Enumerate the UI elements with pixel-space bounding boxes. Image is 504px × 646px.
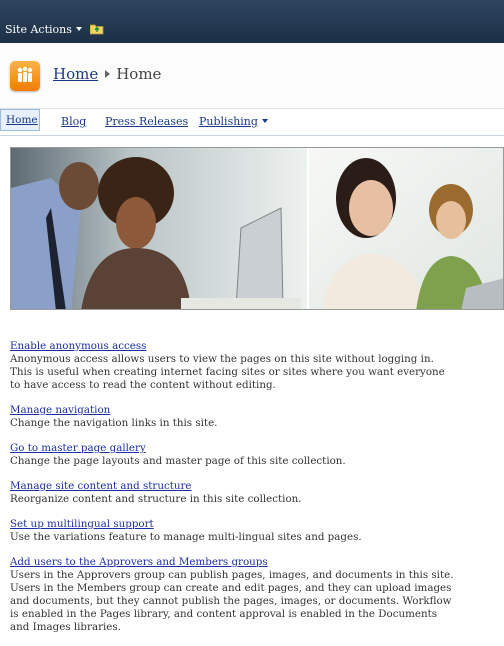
chevron-down-icon bbox=[75, 27, 82, 31]
list-item: Enable anonymous access Anonymous access… bbox=[10, 340, 458, 392]
task-description: Reorganize content and structure in this… bbox=[10, 493, 302, 505]
task-description: Change the navigation links in this site… bbox=[10, 417, 218, 429]
tab-publishing[interactable]: Publishing bbox=[199, 115, 268, 128]
list-item: Go to master page gallery Change the pag… bbox=[10, 442, 458, 468]
manage-navigation-link[interactable]: Manage navigation bbox=[10, 404, 458, 417]
list-item: Set up multilingual support Use the vari… bbox=[10, 518, 458, 544]
breadcrumb-current: Home bbox=[116, 65, 162, 83]
people-icon bbox=[17, 66, 33, 82]
site-header: Home Home bbox=[0, 43, 504, 109]
list-item: Manage navigation Change the navigation … bbox=[10, 404, 458, 430]
banner-photo bbox=[11, 148, 503, 309]
site-actions-label: Site Actions bbox=[5, 23, 72, 36]
list-item: Manage site content and structure Reorga… bbox=[10, 480, 458, 506]
task-description: Use the variations feature to manage mul… bbox=[10, 531, 362, 543]
breadcrumb-arrow-icon bbox=[105, 70, 111, 78]
tab-press-releases[interactable]: Press Releases bbox=[105, 115, 188, 128]
enable-anonymous-access-link[interactable]: Enable anonymous access bbox=[10, 340, 458, 353]
task-description: Anonymous access allows users to view th… bbox=[10, 353, 445, 391]
task-description: Change the page layouts and master page … bbox=[10, 455, 346, 467]
list-item: Add users to the Approvers and Members g… bbox=[10, 556, 458, 634]
site-logo[interactable] bbox=[10, 61, 40, 91]
chevron-down-icon bbox=[261, 119, 268, 123]
task-description: Users in the Approvers group can publish… bbox=[10, 569, 454, 633]
top-navigation: Home Blog Press Releases Publishing bbox=[0, 109, 504, 136]
folder-up-icon[interactable] bbox=[90, 23, 104, 35]
getting-started-list: Enable anonymous access Anonymous access… bbox=[10, 340, 458, 646]
breadcrumb-home-link[interactable]: Home bbox=[53, 65, 98, 83]
add-users-groups-link[interactable]: Add users to the Approvers and Members g… bbox=[10, 556, 458, 569]
multilingual-support-link[interactable]: Set up multilingual support bbox=[10, 518, 458, 531]
tab-blog[interactable]: Blog bbox=[61, 115, 86, 128]
manage-site-content-link[interactable]: Manage site content and structure bbox=[10, 480, 458, 493]
site-actions-menu[interactable]: Site Actions bbox=[5, 23, 82, 36]
master-page-gallery-link[interactable]: Go to master page gallery bbox=[10, 442, 458, 455]
tab-home[interactable]: Home bbox=[0, 109, 40, 131]
breadcrumb: Home Home bbox=[53, 65, 161, 83]
tab-publishing-label: Publishing bbox=[199, 115, 258, 128]
top-bar: Site Actions bbox=[0, 0, 504, 43]
tab-home-label: Home bbox=[6, 114, 38, 126]
banner-image bbox=[10, 147, 504, 310]
